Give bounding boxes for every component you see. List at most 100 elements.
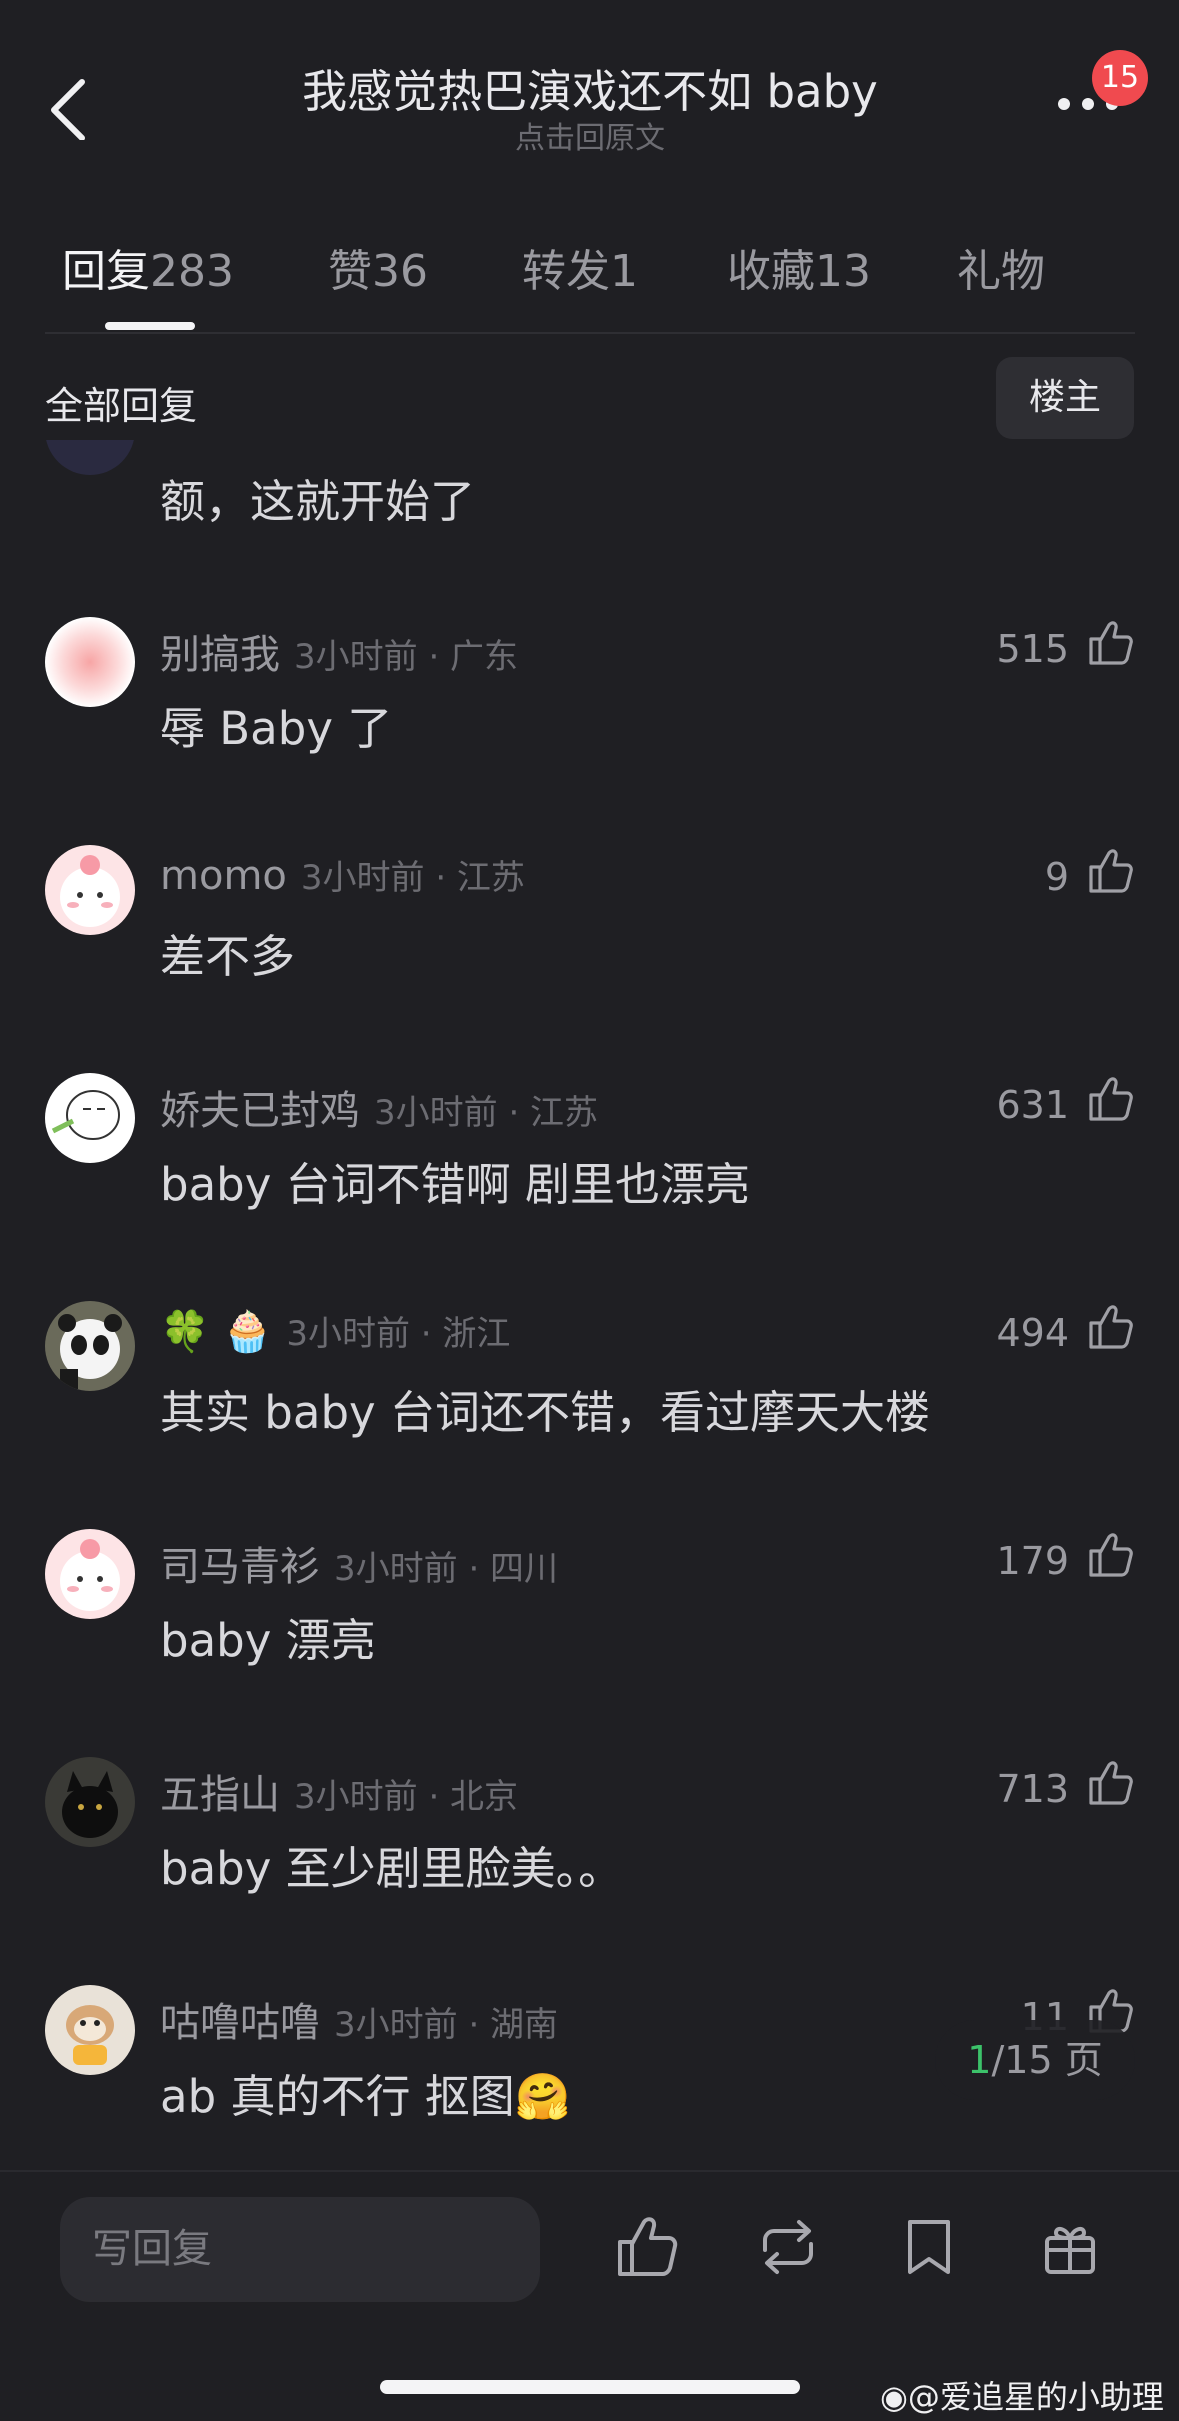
like-button[interactable] [1085, 1757, 1137, 1809]
back-to-original-link[interactable]: 点击回原文 [390, 113, 790, 157]
thumbs-up-icon [1089, 1077, 1133, 1121]
op-only-button[interactable]: 楼主 [996, 357, 1134, 439]
comment-meta: 司马青衫 3小时前 · 四川 [160, 1534, 558, 1592]
comment-item[interactable]: 🍀 🧁 3小时前 · 浙江 其实 baby 台词还不错，看过摩天大楼 494 [0, 1301, 1179, 1501]
all-replies-label: 全部回复 [45, 384, 198, 428]
tab-count: 1 [610, 246, 638, 297]
like-button[interactable] [1085, 845, 1137, 897]
tab-label: 回复 [62, 246, 150, 297]
tab-gifts[interactable]: 礼物 [957, 235, 1045, 299]
avatar[interactable] [45, 440, 135, 480]
page-indicator[interactable]: 1/15 页 [935, 2020, 1135, 2100]
comment-text: 其实 baby 台词还不错，看过摩天大楼 [160, 1386, 930, 1439]
divider [45, 332, 1135, 334]
comment-text: ab 真的不行 抠图🤗 [160, 2070, 571, 2123]
tab-bar: 回复283 赞36 转发1 收藏13 礼物 [0, 235, 1179, 335]
tab-favorites[interactable]: 收藏13 [727, 235, 871, 299]
timestamp-location: 3小时前 · 江苏 [374, 1093, 599, 1133]
weibo-icon: ◉ [880, 2378, 908, 2416]
username[interactable]: 五指山 [160, 1772, 280, 1818]
username[interactable]: 娇夫已封鸡 [160, 1088, 360, 1134]
like-count: 515 [996, 627, 1069, 671]
tab-count: 283 [150, 246, 234, 297]
current-page: 1 [967, 2038, 992, 2082]
comment-text: 差不多 [160, 930, 296, 983]
like-count: 9 [1044, 855, 1069, 899]
timestamp-location: 3小时前 · 湖南 [334, 2005, 559, 2045]
bookmark-button[interactable] [894, 2212, 964, 2282]
comment-text: baby 台词不错啊 剧里也漂亮 [160, 1158, 750, 1211]
back-icon [51, 79, 85, 141]
thumbs-up-icon [618, 2217, 678, 2276]
avatar[interactable] [45, 845, 135, 935]
like-count: 179 [996, 1539, 1069, 1583]
comment-text: baby 漂亮 [160, 1614, 376, 1667]
tab-label: 转发 [522, 246, 610, 297]
home-indicator[interactable] [380, 2380, 800, 2394]
gift-button[interactable] [1035, 2212, 1105, 2282]
comment-item[interactable]: momo 3小时前 · 江苏 差不多 9 [0, 845, 1179, 1045]
watermark-text: @爱追星的小助理 [907, 2378, 1164, 2416]
comment-item[interactable]: 别搞我 3小时前 · 广东 辱 Baby 了 515 [0, 617, 1179, 817]
username[interactable]: 🍀 🧁 [160, 1309, 272, 1355]
tab-label: 礼物 [957, 246, 1045, 297]
back-button[interactable] [40, 70, 100, 141]
gift-icon [1045, 2226, 1095, 2274]
comment-text: 辱 Baby 了 [160, 702, 393, 755]
page-title[interactable]: 我感觉热巴演戏还不如 baby [190, 55, 990, 120]
like-count: 631 [996, 1083, 1069, 1127]
like-post-button[interactable] [612, 2212, 682, 2282]
like-count: 494 [996, 1311, 1069, 1355]
avatar[interactable] [45, 1985, 135, 2075]
repost-icon [763, 2220, 813, 2274]
comment-item[interactable]: 司马青衫 3小时前 · 四川 baby 漂亮 179 [0, 1529, 1179, 1729]
comment-item[interactable]: 五指山 3小时前 · 北京 baby 至少剧里脸美。。 713 [0, 1757, 1179, 1957]
thumbs-up-icon [1089, 849, 1133, 893]
timestamp-location: 3小时前 · 浙江 [286, 1314, 511, 1354]
comment-meta: 🍀 🧁 3小时前 · 浙江 [160, 1306, 510, 1355]
username[interactable]: 咕噜咕噜 [160, 2000, 320, 2046]
avatar[interactable] [45, 1757, 135, 1847]
like-button[interactable] [1085, 617, 1137, 669]
like-count: 713 [996, 1767, 1069, 1811]
tab-label: 赞 [328, 246, 372, 297]
comment-text: baby 至少剧里脸美。。 [160, 1842, 624, 1895]
tab-likes[interactable]: 赞36 [328, 235, 428, 299]
comment-meta: 别搞我 3小时前 · 广东 [160, 622, 518, 680]
tab-reposts[interactable]: 转发1 [522, 235, 638, 299]
comment-meta: 娇夫已封鸡 3小时前 · 江苏 [160, 1078, 598, 1136]
avatar[interactable] [45, 1301, 135, 1391]
username[interactable]: momo [160, 853, 287, 899]
thumbs-up-icon [1089, 1305, 1133, 1349]
timestamp-location: 3小时前 · 广东 [294, 637, 519, 677]
username[interactable]: 司马青衫 [160, 1544, 320, 1590]
watermark: ◉@爱追星的小助理 [880, 2372, 1164, 2418]
timestamp-location: 3小时前 · 江苏 [300, 858, 525, 898]
thumbs-up-icon [1089, 1533, 1133, 1577]
notification-badge: 15 [1092, 50, 1148, 106]
repost-button[interactable] [753, 2212, 823, 2282]
timestamp-location: 3小时前 · 北京 [294, 1777, 519, 1817]
tab-count: 13 [815, 246, 871, 297]
active-tab-indicator [105, 322, 195, 330]
comment-meta: 五指山 3小时前 · 北京 [160, 1762, 518, 1820]
like-button[interactable] [1085, 1301, 1137, 1353]
thumbs-up-icon [1089, 1761, 1133, 1805]
timestamp-location: 3小时前 · 四川 [334, 1549, 559, 1589]
avatar[interactable] [45, 1529, 135, 1619]
like-button[interactable] [1085, 1529, 1137, 1581]
avatar[interactable] [45, 1073, 135, 1163]
thumbs-up-icon [1089, 621, 1133, 665]
username[interactable]: 别搞我 [160, 632, 280, 678]
comment-item[interactable]: 娇夫已封鸡 3小时前 · 江苏 baby 台词不错啊 剧里也漂亮 631 [0, 1073, 1179, 1273]
bookmark-icon [908, 2220, 950, 2274]
tab-label: 收藏 [727, 246, 815, 297]
total-pages: /15 页 [991, 2038, 1103, 2082]
comment-meta: 咕噜咕噜 3小时前 · 湖南 [160, 1990, 558, 2048]
reply-input[interactable]: 写回复 [60, 2197, 540, 2302]
avatar[interactable] [45, 617, 135, 707]
tab-replies[interactable]: 回复283 [62, 235, 234, 299]
tab-count: 36 [372, 246, 428, 297]
like-button[interactable] [1085, 1073, 1137, 1125]
top-bar: 我感觉热巴演戏还不如 baby 点击回原文 15 [0, 0, 1179, 200]
